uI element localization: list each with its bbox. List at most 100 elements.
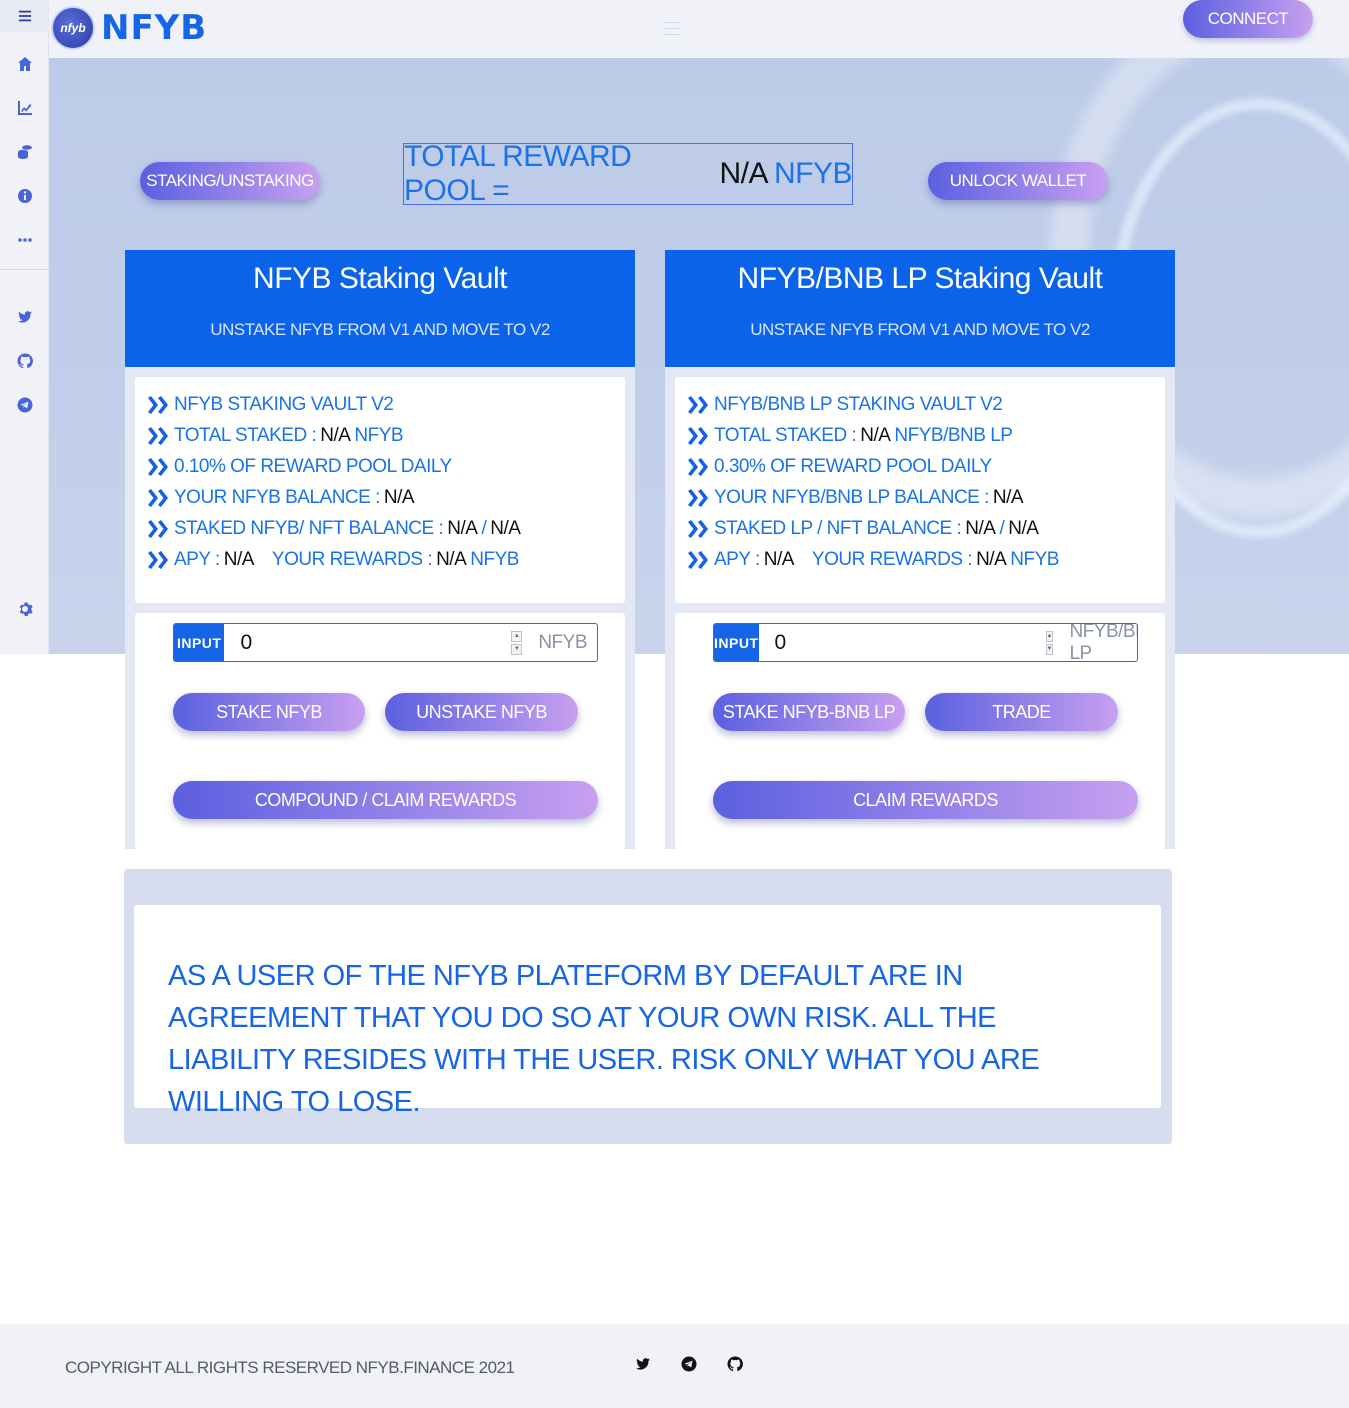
info-line: YOUR NFYB BALANCE : N/A (147, 482, 625, 513)
stake-amount-input[interactable] (224, 624, 512, 661)
number-spinner[interactable]: ▲ ▼ (1045, 630, 1054, 655)
sidebar-item-staking[interactable] (0, 130, 49, 174)
reward-daily: 0.30% OF REWARD POOL DAILY (714, 455, 992, 477)
staking-unstaking-button[interactable]: STAKING/UNSTAKING (140, 162, 320, 200)
stake-amount-input-group: INPUT ▲▼ NFYB/BNB LP (713, 623, 1138, 662)
info-line: YOUR NFYB/BNB LP BALANCE : N/A (687, 482, 1165, 513)
double-chevron-right-icon (147, 550, 171, 569)
compound-claim-button[interactable]: COMPOUND / CLAIM REWARDS (173, 781, 598, 819)
top-header: nfyb NFYB CONNECT (49, 0, 1349, 58)
sidebar-divider (0, 269, 49, 270)
info-line: NFYB/BNB LP STAKING VAULT V2 (687, 389, 1165, 420)
chart-line-icon (17, 101, 32, 115)
unlock-wallet-button[interactable]: UNLOCK WALLET (928, 162, 1108, 200)
spinner-up-icon[interactable]: ▲ (511, 630, 523, 642)
spinner-up-icon[interactable]: ▲ (1045, 630, 1054, 642)
footer-github-link[interactable] (727, 1356, 745, 1374)
sidebar-item-twitter[interactable] (0, 295, 49, 339)
spinner-down-icon[interactable]: ▼ (1045, 643, 1054, 655)
apy-value: N/A (763, 548, 795, 570)
input-label: INPUT (714, 624, 759, 661)
vault-title: NFYB/BNB LP Staking Vault (737, 262, 1103, 295)
rewards-label: YOUR REWARDS : (811, 548, 973, 570)
staked-balance-label: STAKED LP / NFT BALANCE : (714, 517, 962, 539)
info-line: NFYB STAKING VAULT V2 (147, 389, 625, 420)
double-chevron-right-icon (147, 519, 171, 538)
telegram-icon (681, 1356, 697, 1372)
gear-icon (19, 602, 33, 616)
staked-balance-label: STAKED NFYB/ NFT BALANCE : (174, 517, 444, 539)
info-line: 0.10% OF REWARD POOL DAILY (147, 451, 625, 482)
github-icon (727, 1356, 743, 1372)
github-icon (17, 353, 33, 369)
twitter-icon (17, 311, 32, 323)
coins-icon (17, 145, 32, 159)
connect-button[interactable]: CONNECT (1183, 0, 1313, 38)
telegram-icon (17, 397, 32, 413)
nft-balance-value: N/A (1008, 517, 1039, 539)
ellipsis-icon (17, 238, 32, 242)
info-line: TOTAL STAKED : N/A NFYB (147, 420, 625, 451)
reward-pool-unit: NFYB (773, 157, 853, 190)
menu-icon (18, 10, 31, 22)
rewards-value: N/A (436, 548, 467, 570)
staked-balance-value: N/A (965, 517, 996, 539)
vault-name: NFYB/BNB LP STAKING VAULT V2 (714, 393, 1003, 415)
sidebar-item-github[interactable] (0, 339, 49, 383)
footer-twitter-link[interactable] (635, 1356, 653, 1374)
sidebar-item-more[interactable] (0, 218, 49, 262)
unstake-button[interactable]: UNSTAKE NFYB (385, 693, 578, 731)
footer-telegram-link[interactable] (681, 1356, 699, 1374)
balance-value: N/A (992, 486, 1024, 508)
spinner-down-icon[interactable]: ▼ (511, 643, 523, 655)
brand-logo[interactable]: nfyb NFYB (51, 6, 207, 50)
nav-toggle-icon[interactable] (663, 22, 679, 36)
balance-value: N/A (383, 486, 415, 508)
vault-action-card: INPUT ▲▼ NFYB/BNB LP STAKE NFYB-BNB LP T… (675, 613, 1165, 849)
rewards-label: YOUR REWARDS : (271, 548, 433, 570)
vault-subtitle: UNSTAKE NFYB FROM V1 AND MOVE TO V2 (750, 320, 1090, 339)
vault-info-card: NFYB STAKING VAULT V2 TOTAL STAKED : N/A N… (135, 377, 625, 603)
reward-pool-value: N/A (719, 157, 768, 190)
nfyb-staking-vault: NFYB Staking Vault UNSTAKE NFYB FROM V1 … (125, 250, 635, 849)
copyright-text: COPYRIGHT ALL RIGHTS RESERVED NFYB.FINAN… (65, 1358, 515, 1377)
sidebar-item-charts[interactable] (0, 86, 49, 130)
trade-button[interactable]: TRADE (925, 693, 1118, 731)
home-icon (17, 57, 32, 71)
info-line: APY : N/A YOUR REWARDS : N/A NFYB (687, 544, 1165, 575)
staked-balance-value: N/A (447, 517, 478, 539)
total-reward-pool: TOTAL REWARD POOL = N/A NFYB (403, 140, 853, 207)
total-staked-value: N/A (320, 424, 351, 446)
apy-label: APY : (174, 548, 220, 570)
info-icon (17, 189, 32, 203)
logo-mark: nfyb (51, 6, 95, 50)
total-staked-label: TOTAL STAKED : (714, 424, 857, 446)
double-chevron-right-icon (687, 519, 711, 538)
disclaimer-text: AS A USER OF THE NFYB PLATEFORM BY DEFAU… (134, 905, 1161, 1118)
apy-value: N/A (223, 548, 255, 570)
sidebar-item-telegram[interactable] (0, 383, 49, 427)
sidebar-item-settings[interactable] (0, 587, 49, 631)
double-chevron-right-icon (147, 426, 171, 445)
double-chevron-right-icon (147, 457, 171, 476)
staked-separator: / (481, 517, 487, 539)
reward-pool-label: TOTAL REWARD POOL = (404, 140, 632, 207)
input-label: INPUT (174, 624, 225, 661)
number-spinner[interactable]: ▲ ▼ (511, 630, 523, 655)
stake-amount-input[interactable] (758, 624, 1046, 661)
sidebar-item-home[interactable] (0, 42, 49, 86)
input-unit: NFYB/BNB LP (1069, 623, 1137, 662)
stake-button[interactable]: STAKE NFYB (173, 693, 365, 731)
logo-text: NFYB (101, 8, 208, 48)
stake-lp-button[interactable]: STAKE NFYB-BNB LP (713, 693, 905, 731)
sidebar-item-info[interactable] (0, 174, 49, 218)
menu-toggle-button[interactable] (0, 0, 49, 32)
total-staked-unit: NFYB (354, 424, 404, 446)
vault-title: NFYB Staking Vault (253, 262, 507, 295)
claim-rewards-button[interactable]: CLAIM REWARDS (713, 781, 1138, 819)
balance-label: YOUR NFYB/BNB LP BALANCE : (714, 486, 989, 508)
info-line: APY : N/A YOUR REWARDS : N/A NFYB (147, 544, 625, 575)
footer: COPYRIGHT ALL RIGHTS RESERVED NFYB.FINAN… (0, 1324, 1349, 1408)
rewards-unit: NFYB (1010, 548, 1059, 570)
total-staked-value: N/A (860, 424, 891, 446)
